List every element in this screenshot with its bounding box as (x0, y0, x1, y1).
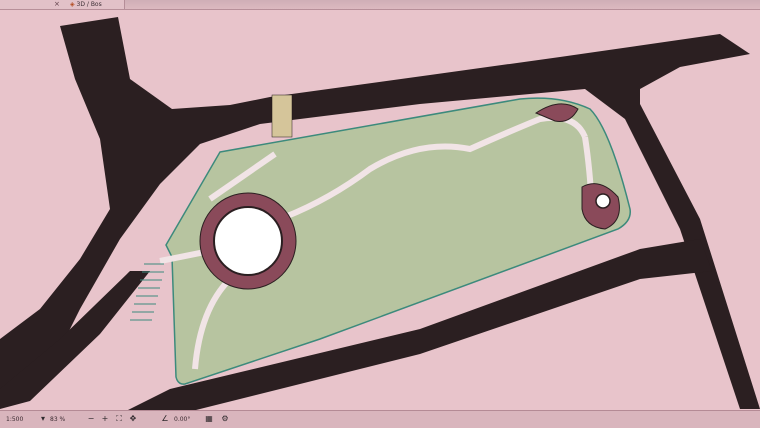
fit-window-icon[interactable]: ⛶ (114, 414, 124, 424)
crosswalk (271, 94, 293, 138)
status-bar: 1:500 ▾ 83 % − + ⛶ ✥ ∠ 0.00° ▦ ⚙ (0, 410, 760, 428)
zoom-out-icon[interactable]: − (86, 414, 96, 424)
scale-icon[interactable]: ▾ (38, 414, 48, 424)
zoom-readout[interactable]: 83 % (50, 416, 65, 423)
close-icon[interactable]: × (54, 0, 60, 9)
pan-icon[interactable]: ✥ (128, 414, 138, 424)
zoom-in-icon[interactable]: + (100, 414, 110, 424)
layer-icon[interactable]: ▦ (204, 414, 214, 424)
angle-icon[interactable]: ∠ (160, 414, 170, 424)
scale-readout[interactable]: 1:500 (6, 416, 23, 423)
3d-icon: ◈ (70, 1, 75, 8)
drawing-canvas[interactable] (0, 9, 760, 410)
settings-icon[interactable]: ⚙ (220, 414, 230, 424)
angle-readout[interactable]: 0.00° (174, 416, 190, 423)
roundabout-center (213, 206, 283, 276)
tab-3d-view[interactable]: ◈ 3D / Bos (64, 0, 125, 9)
feature-circle-right (595, 193, 611, 209)
